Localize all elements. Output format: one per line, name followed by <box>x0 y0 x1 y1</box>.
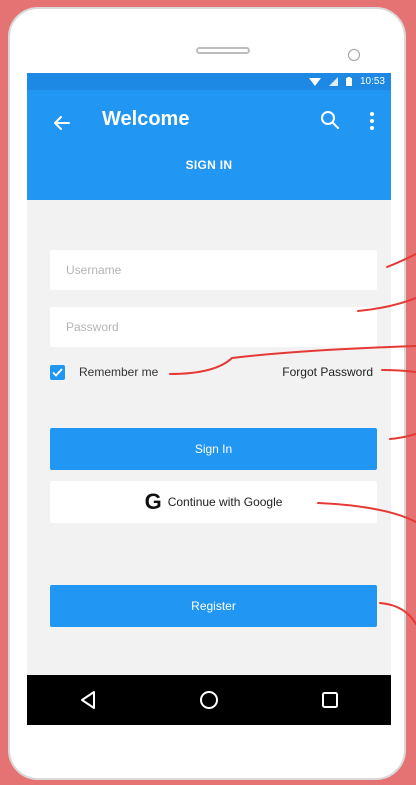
status-time: 10:53 <box>359 76 385 87</box>
page-title: Welcome <box>102 108 190 130</box>
app-bar: Welcome SIGN IN <box>27 90 391 200</box>
google-button-label: Continue with Google <box>167 495 283 509</box>
square-recents-icon[interactable] <box>318 688 342 712</box>
wifi-icon <box>308 78 321 86</box>
continue-with-google-button[interactable]: G Continue with Google <box>50 481 377 523</box>
triangle-back-icon[interactable] <box>76 688 100 712</box>
circle-home-icon[interactable] <box>197 688 221 712</box>
status-bar: 10:53 <box>27 73 391 90</box>
more-vertical-icon[interactable] <box>367 110 377 132</box>
username-input[interactable] <box>50 250 377 290</box>
phone-camera <box>348 49 360 61</box>
sign-in-button[interactable]: Sign In <box>50 428 377 470</box>
register-button[interactable]: Register <box>50 585 377 627</box>
phone-speaker <box>196 47 250 54</box>
phone-screen: 10:53 Welcome SIGN IN Remember me Forgot… <box>27 73 391 725</box>
arrow-left-icon[interactable] <box>51 112 73 134</box>
remember-me-checkbox[interactable] <box>50 365 65 380</box>
navigation-bar <box>27 675 391 725</box>
check-icon <box>52 368 63 377</box>
remember-me-label: Remember me <box>79 365 159 379</box>
search-icon[interactable] <box>320 110 340 130</box>
google-g-icon: G <box>144 489 162 514</box>
password-input[interactable] <box>50 307 377 347</box>
tab-sign-in[interactable]: SIGN IN <box>27 158 391 172</box>
battery-icon <box>345 77 352 86</box>
signal-icon <box>328 77 338 86</box>
forgot-password-link[interactable]: Forgot Password <box>282 365 373 379</box>
